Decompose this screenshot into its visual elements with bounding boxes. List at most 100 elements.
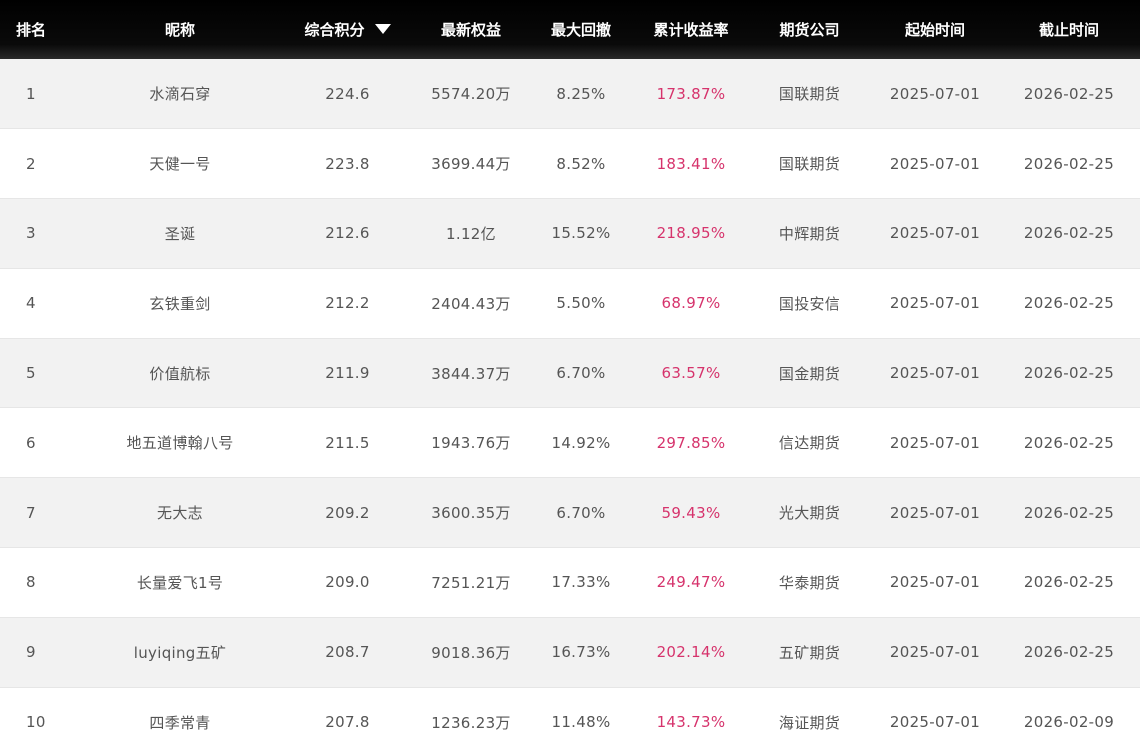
cell-drawdown: 8.52% <box>556 154 606 173</box>
cell-end: 2026-02-25 <box>1023 643 1115 662</box>
cell-broker: 中辉期货 <box>778 224 841 243</box>
table-header: 排名 昵称 综合积分 最新权益 最大回撤 累计收益率 期货公司 起始时间 截止时… <box>0 0 1140 59</box>
cell-equity: 1.12亿 <box>446 224 496 243</box>
cell-nickname[interactable]: 价值航标 <box>80 338 280 408</box>
cell-end: 2026-02-09 <box>1023 713 1115 732</box>
cell-start: 2025-07-01 <box>889 573 981 592</box>
table-row: 10 四季常青 207.8 1236.23万 11.48% 143.73% 海证… <box>0 687 1140 753</box>
cell-end: 2026-02-25 <box>1023 364 1115 383</box>
cell-end: 2026-02-25 <box>1023 503 1115 522</box>
header-equity[interactable]: 最新权益 <box>415 0 527 59</box>
cell-broker: 国投安信 <box>778 294 841 313</box>
table-body: 1 水滴石穿 224.6 5574.20万 8.25% 173.87% 国联期货… <box>0 59 1140 753</box>
cell-drawdown: 15.52% <box>551 224 611 243</box>
cell-return: 218.95% <box>656 224 726 243</box>
header-drawdown[interactable]: 最大回撤 <box>527 0 635 59</box>
cell-end: 2026-02-25 <box>1023 84 1115 103</box>
cell-score: 211.9 <box>325 364 370 383</box>
cell-nickname[interactable]: 长量爱飞1号 <box>80 548 280 618</box>
cell-start: 2025-07-01 <box>889 294 981 313</box>
cell-rank: 3 <box>26 224 36 243</box>
cell-start: 2025-07-01 <box>889 364 981 383</box>
cell-score: 211.5 <box>325 433 370 452</box>
cell-broker: 国联期货 <box>778 155 841 174</box>
cell-return: 143.73% <box>656 713 726 732</box>
header-start[interactable]: 起始时间 <box>872 0 998 59</box>
cell-rank: 9 <box>26 643 36 662</box>
cell-start: 2025-07-01 <box>889 224 981 243</box>
cell-end: 2026-02-25 <box>1023 573 1115 592</box>
cell-drawdown: 5.50% <box>556 294 606 313</box>
cell-broker: 光大期货 <box>778 504 841 523</box>
table-row: 2 天健一号 223.8 3699.44万 8.52% 183.41% 国联期货… <box>0 128 1140 199</box>
cell-equity: 1236.23万 <box>431 713 511 732</box>
ranking-table: 排名 昵称 综合积分 最新权益 最大回撤 累计收益率 期货公司 起始时间 截止时… <box>0 0 1140 753</box>
cell-rank: 10 <box>26 713 46 732</box>
cell-return: 183.41% <box>656 154 726 173</box>
cell-broker: 国联期货 <box>778 85 841 104</box>
header-end[interactable]: 截止时间 <box>998 0 1140 59</box>
cell-score: 212.2 <box>325 294 370 313</box>
cell-end: 2026-02-25 <box>1023 433 1115 452</box>
cell-drawdown: 11.48% <box>551 713 611 732</box>
cell-nickname[interactable]: luyiqing五矿 <box>80 617 280 687</box>
cell-drawdown: 14.92% <box>551 433 611 452</box>
table-row: 3 圣诞 212.6 1.12亿 15.52% 218.95% 中辉期货 202… <box>0 198 1140 269</box>
cell-score: 223.8 <box>325 154 370 173</box>
cell-equity: 5574.20万 <box>431 85 511 104</box>
table-row: 8 长量爱飞1号 209.0 7251.21万 17.33% 249.47% 华… <box>0 547 1140 618</box>
cell-drawdown: 6.70% <box>556 364 606 383</box>
cell-start: 2025-07-01 <box>889 643 981 662</box>
cell-rank: 5 <box>26 364 36 383</box>
cell-equity: 7251.21万 <box>431 573 511 592</box>
cell-return: 63.57% <box>661 364 721 383</box>
cell-end: 2026-02-25 <box>1023 154 1115 173</box>
cell-equity: 3699.44万 <box>431 155 511 174</box>
cell-nickname[interactable]: 圣诞 <box>80 199 280 269</box>
table-row: 7 无大志 209.2 3600.35万 6.70% 59.43% 光大期货 2… <box>0 477 1140 548</box>
header-broker[interactable]: 期货公司 <box>747 0 872 59</box>
cell-broker: 国金期货 <box>778 364 841 383</box>
cell-score: 224.6 <box>325 84 370 103</box>
cell-nickname[interactable]: 无大志 <box>80 478 280 548</box>
cell-return: 249.47% <box>656 573 726 592</box>
cell-equity: 9018.36万 <box>431 643 511 662</box>
cell-rank: 1 <box>26 84 36 103</box>
cell-return: 68.97% <box>661 294 721 313</box>
cell-score: 208.7 <box>325 643 370 662</box>
header-rank[interactable]: 排名 <box>0 0 80 59</box>
cell-rank: 6 <box>26 433 36 452</box>
cell-rank: 7 <box>26 503 36 522</box>
header-score-label: 综合积分 <box>304 21 365 39</box>
cell-equity: 2404.43万 <box>431 294 511 313</box>
cell-start: 2025-07-01 <box>889 713 981 732</box>
cell-nickname[interactable]: 四季常青 <box>80 687 280 753</box>
header-score-sort[interactable]: 综合积分 <box>280 0 415 59</box>
cell-end: 2026-02-25 <box>1023 224 1115 243</box>
cell-equity: 3600.35万 <box>431 504 511 523</box>
cell-broker: 五矿期货 <box>778 643 841 662</box>
cell-start: 2025-07-01 <box>889 154 981 173</box>
header-return[interactable]: 累计收益率 <box>635 0 747 59</box>
cell-score: 209.2 <box>325 503 370 522</box>
cell-return: 173.87% <box>656 84 726 103</box>
cell-return: 59.43% <box>661 503 721 522</box>
cell-nickname[interactable]: 天健一号 <box>80 129 280 199</box>
table-row: 4 玄铁重剑 212.2 2404.43万 5.50% 68.97% 国投安信 … <box>0 268 1140 339</box>
cell-nickname[interactable]: 地五道博翰八号 <box>80 408 280 478</box>
cell-end: 2026-02-25 <box>1023 294 1115 313</box>
caret-down-icon[interactable] <box>374 24 391 34</box>
cell-nickname[interactable]: 水滴石穿 <box>80 59 280 129</box>
cell-return: 202.14% <box>656 643 726 662</box>
cell-rank: 8 <box>26 573 36 592</box>
table-row: 1 水滴石穿 224.6 5574.20万 8.25% 173.87% 国联期货… <box>0 59 1140 129</box>
cell-drawdown: 16.73% <box>551 643 611 662</box>
cell-rank: 2 <box>26 154 36 173</box>
cell-start: 2025-07-01 <box>889 503 981 522</box>
header-row: 排名 昵称 综合积分 最新权益 最大回撤 累计收益率 期货公司 起始时间 截止时… <box>0 0 1140 59</box>
cell-start: 2025-07-01 <box>889 433 981 452</box>
cell-drawdown: 6.70% <box>556 503 606 522</box>
cell-nickname[interactable]: 玄铁重剑 <box>80 268 280 338</box>
header-nickname[interactable]: 昵称 <box>80 0 280 59</box>
cell-rank: 4 <box>26 294 36 313</box>
